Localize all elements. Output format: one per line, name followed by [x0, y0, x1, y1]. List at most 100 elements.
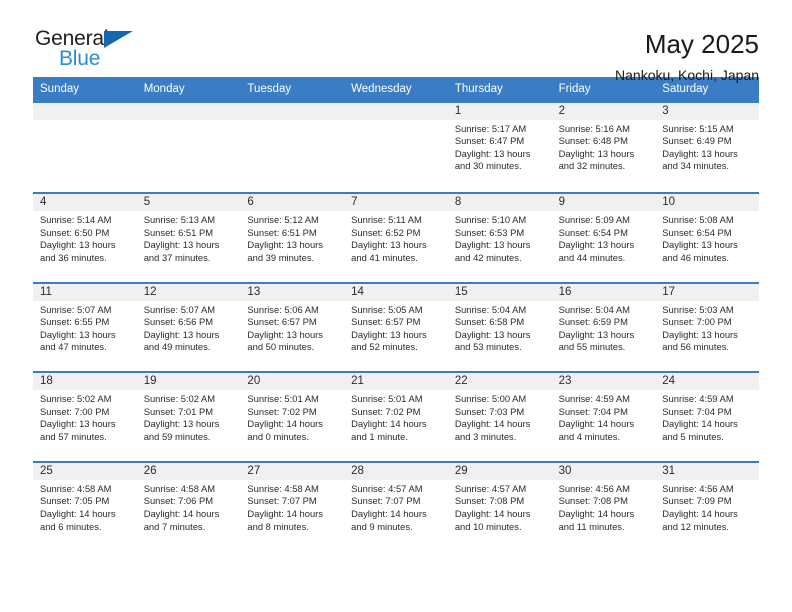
- calendar-day-cell[interactable]: 13 Sunrise: 5:06 AM Sunset: 6:57 PM Dayligh…: [240, 283, 345, 372]
- day-number: 2: [551, 102, 656, 120]
- calendar-day-cell[interactable]: 10 Sunrise: 5:08 AM Sunset: 6:54 PM Dayligh…: [655, 194, 759, 282]
- day-details: Sunrise: 4:56 AM Sunset: 7:09 PM Daylight:…: [655, 480, 759, 533]
- daylight-duration-line2: and 1 minute.: [351, 431, 408, 443]
- calendar-day-cell[interactable]: 17 Sunrise: 5:03 AM Sunset: 7:00 PM Dayligh…: [655, 283, 759, 372]
- calendar-day-cell[interactable]: 14 Sunrise: 5:05 AM Sunset: 6:57 PM Dayligh…: [344, 283, 448, 372]
- daylight-duration-line1: Daylight: 13 hours: [454, 147, 531, 159]
- sunrise-time: Sunrise: 5:12 AM: [247, 214, 319, 226]
- sunset-time: Sunset: 6:57 PM: [247, 316, 317, 328]
- calendar-day-cell[interactable]: 5 Sunrise: 5:13 AM Sunset: 6:51 PM Daylight…: [136, 194, 241, 282]
- sunrise-time: Sunrise: 4:58 AM: [40, 482, 112, 494]
- calendar-day-cell[interactable]: 28 Sunrise: 4:57 AM Sunset: 7:07 PM Dayligh…: [344, 462, 448, 551]
- daylight-duration-line2: and 6 minutes.: [40, 520, 102, 532]
- day-details: Sunrise: 4:57 AM Sunset: 7:08 PM Daylight:…: [448, 480, 552, 533]
- day-details: Sunrise: 5:03 AM Sunset: 7:00 PM Daylight:…: [655, 301, 759, 354]
- day-number: [344, 102, 448, 120]
- calendar-day-cell[interactable]: 12 Sunrise: 5:07 AM Sunset: 6:56 PM Dayligh…: [136, 283, 241, 372]
- daylight-duration-line1: Daylight: 14 hours: [662, 508, 738, 520]
- sunset-time: Sunset: 7:04 PM: [558, 405, 628, 417]
- sunrise-time: Sunrise: 5:06 AM: [247, 303, 319, 315]
- calendar-day-cell[interactable]: 25 Sunrise: 4:58 AM Sunset: 7:05 PM Dayligh…: [33, 462, 137, 551]
- sunset-time: Sunset: 7:08 PM: [558, 495, 628, 507]
- calendar-day-cell[interactable]: 11 Sunrise: 5:07 AM Sunset: 6:55 PM Dayligh…: [33, 283, 137, 372]
- daylight-duration-line1: Daylight: 14 hours: [351, 508, 427, 520]
- general-blue-logo[interactable]: General Blue: [33, 28, 143, 74]
- daylight-duration-line1: Daylight: 13 hours: [454, 328, 531, 340]
- weekday-header-friday: Friday: [558, 83, 591, 95]
- sunrise-time: Sunrise: 4:58 AM: [143, 482, 216, 494]
- day-number: 8: [447, 194, 552, 212]
- sunset-time: Sunset: 7:02 PM: [247, 405, 317, 417]
- daylight-duration-line1: Daylight: 13 hours: [40, 328, 116, 340]
- day-details: Sunrise: 4:58 AM Sunset: 7:06 PM Daylight:…: [137, 480, 241, 533]
- weekday-header-saturday: Saturday: [662, 83, 709, 95]
- sunrise-time: Sunrise: 4:59 AM: [558, 393, 630, 405]
- calendar-day-cell[interactable]: 7 Sunrise: 5:11 AM Sunset: 6:52 PM Daylight…: [344, 194, 448, 282]
- weekday-header-sunday: Sunday: [40, 83, 80, 95]
- calendar-day-cell[interactable]: 31 Sunrise: 4:56 AM Sunset: 7:09 PM Dayligh…: [655, 462, 759, 551]
- calendar-day-cell[interactable]: 29 Sunrise: 4:57 AM Sunset: 7:08 PM Dayligh…: [447, 462, 552, 551]
- sunrise-time: Sunrise: 5:15 AM: [662, 122, 734, 134]
- calendar-day-cell[interactable]: 19 Sunrise: 5:02 AM Sunset: 7:01 PM Dayligh…: [136, 373, 241, 461]
- calendar-day-cell[interactable]: 3 Sunrise: 5:15 AM Sunset: 6:49 PM Daylight…: [655, 102, 759, 193]
- sunset-time: Sunset: 6:55 PM: [40, 316, 110, 328]
- daylight-duration-line1: Daylight: 13 hours: [40, 239, 116, 251]
- sunrise-time: Sunrise: 5:00 AM: [454, 393, 527, 405]
- daylight-duration-line1: Daylight: 13 hours: [558, 328, 635, 340]
- day-number: 1: [447, 102, 552, 120]
- calendar-day-cell[interactable]: 9 Sunrise: 5:09 AM Sunset: 6:54 PM Daylight…: [551, 194, 656, 282]
- daylight-duration-line2: and 7 minutes.: [143, 520, 206, 532]
- calendar-day-cell[interactable]: 2 Sunrise: 5:16 AM Sunset: 6:48 PM Daylight…: [551, 102, 656, 193]
- day-number: 12: [136, 283, 241, 301]
- sunset-time: Sunset: 7:05 PM: [40, 495, 110, 507]
- day-details: Sunrise: 4:58 AM Sunset: 7:05 PM Daylight:…: [33, 480, 137, 533]
- day-details: Sunrise: 5:11 AM Sunset: 6:52 PM Daylight:…: [344, 211, 448, 264]
- calendar-day-cell[interactable]: 20 Sunrise: 5:01 AM Sunset: 7:02 PM Dayligh…: [240, 373, 345, 461]
- daylight-duration-line1: Daylight: 14 hours: [454, 508, 531, 520]
- calendar-day-cell[interactable]: 27 Sunrise: 4:58 AM Sunset: 7:07 PM Dayligh…: [240, 462, 345, 551]
- sunset-time: Sunset: 6:51 PM: [143, 226, 214, 238]
- day-number: 27: [240, 462, 345, 480]
- day-details: Sunrise: 5:09 AM Sunset: 6:54 PM Daylight:…: [552, 211, 656, 264]
- daylight-duration-line2: and 34 minutes.: [662, 160, 729, 172]
- day-details: Sunrise: 5:14 AM Sunset: 6:50 PM Daylight:…: [33, 211, 137, 264]
- calendar-day-cell[interactable]: 24 Sunrise: 4:59 AM Sunset: 7:04 PM Dayligh…: [655, 373, 759, 461]
- weekday-header-row: Sunday Monday Tuesday Wednesday Thursday Frid…: [33, 77, 759, 103]
- daylight-duration-line1: Daylight: 13 hours: [558, 147, 635, 159]
- calendar-day-cell[interactable]: 21 Sunrise: 5:01 AM Sunset: 7:02 PM Dayligh…: [344, 373, 448, 461]
- daylight-duration-line2: and 8 minutes.: [247, 520, 309, 532]
- day-number: 22: [447, 373, 552, 391]
- page-title: May 2025: [644, 29, 759, 59]
- day-details: Sunrise: 5:13 AM Sunset: 6:51 PM Daylight:…: [137, 211, 241, 264]
- daylight-duration-line2: and 41 minutes.: [351, 251, 418, 263]
- day-details: Sunrise: 4:59 AM Sunset: 7:04 PM Daylight:…: [655, 390, 759, 443]
- sunset-time: Sunset: 7:00 PM: [40, 405, 110, 417]
- daylight-duration-line2: and 5 minutes.: [662, 431, 724, 443]
- calendar-day-cell[interactable]: 1 Sunrise: 5:17 AM Sunset: 6:47 PM Daylight…: [447, 102, 552, 193]
- day-details: Sunrise: 5:01 AM Sunset: 7:02 PM Daylight:…: [344, 390, 448, 443]
- calendar-week-row: 4 Sunrise: 5:14 AM Sunset: 6:50 PM Daylight…: [33, 192, 759, 282]
- day-details: Sunrise: 5:16 AM Sunset: 6:48 PM Daylight:…: [552, 120, 656, 173]
- daylight-duration-line2: and 55 minutes.: [558, 341, 626, 353]
- calendar-day-cell[interactable]: 22 Sunrise: 5:00 AM Sunset: 7:03 PM Dayligh…: [447, 373, 552, 461]
- calendar-day-cell[interactable]: 6 Sunrise: 5:12 AM Sunset: 6:51 PM Daylight…: [240, 194, 345, 282]
- sunrise-time: Sunrise: 4:58 AM: [247, 482, 319, 494]
- sunrise-time: Sunrise: 5:02 AM: [143, 393, 216, 405]
- daylight-duration-line2: and 30 minutes.: [454, 160, 522, 172]
- calendar-day-cell[interactable]: 30 Sunrise: 4:56 AM Sunset: 7:08 PM Dayligh…: [551, 462, 656, 551]
- day-number: 9: [551, 194, 656, 212]
- calendar-day-cell[interactable]: 16 Sunrise: 5:04 AM Sunset: 6:59 PM Dayligh…: [551, 283, 656, 372]
- calendar-week-row: 11 Sunrise: 5:07 AM Sunset: 6:55 PM Dayligh…: [33, 281, 759, 372]
- sunrise-time: Sunrise: 5:07 AM: [40, 303, 112, 315]
- calendar-day-cell[interactable]: 23 Sunrise: 4:59 AM Sunset: 7:04 PM Dayligh…: [551, 373, 656, 461]
- sunset-time: Sunset: 7:00 PM: [662, 316, 732, 328]
- day-details: Sunrise: 5:07 AM Sunset: 6:56 PM Daylight:…: [137, 301, 241, 354]
- day-number: 5: [136, 194, 241, 212]
- calendar-day-cell[interactable]: 18 Sunrise: 5:02 AM Sunset: 7:00 PM Dayligh…: [33, 373, 137, 461]
- calendar-day-cell[interactable]: 8 Sunrise: 5:10 AM Sunset: 6:53 PM Daylight…: [447, 194, 552, 282]
- calendar-day-cell[interactable]: 15 Sunrise: 5:04 AM Sunset: 6:58 PM Dayligh…: [447, 283, 552, 372]
- calendar-day-cell[interactable]: 4 Sunrise: 5:14 AM Sunset: 6:50 PM Daylight…: [33, 194, 137, 282]
- sunrise-time: Sunrise: 5:17 AM: [454, 122, 527, 134]
- day-number: 28: [344, 462, 448, 480]
- calendar-day-cell[interactable]: 26 Sunrise: 4:58 AM Sunset: 7:06 PM Dayligh…: [136, 462, 241, 551]
